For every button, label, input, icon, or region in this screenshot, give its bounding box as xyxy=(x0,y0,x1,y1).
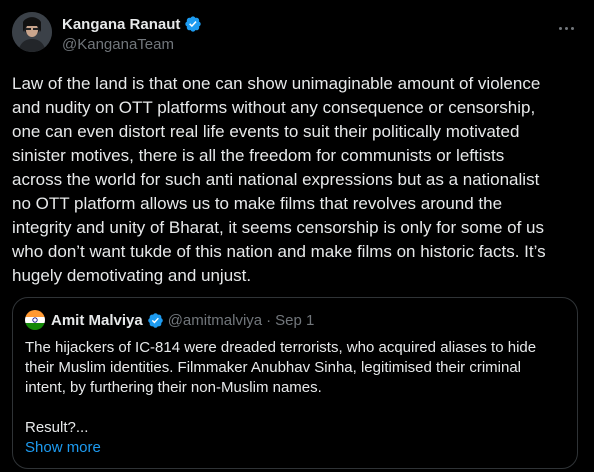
quoted-tweet-date[interactable]: Sep 1 xyxy=(275,312,314,329)
quoted-tweet-text: The hijackers of IC-814 were dreaded ter… xyxy=(25,338,565,458)
separator-dot: · xyxy=(266,311,272,329)
quoted-author-handle[interactable]: @amitmalviya xyxy=(168,312,262,329)
author-display-name[interactable]: Kangana Ranaut xyxy=(62,16,180,33)
quoted-tweet-header: Amit Malviya @amitmalviya · Sep 1 xyxy=(25,310,565,330)
author-names: Kangana Ranaut @KanganaTeam xyxy=(62,14,202,53)
verified-badge-icon[interactable] xyxy=(184,15,202,33)
quoted-tweet[interactable]: Amit Malviya @amitmalviya · Sep 1 The hi… xyxy=(12,297,578,469)
tweet-text: Law of the land is that one can show uni… xyxy=(12,74,546,285)
quoted-author-display-name[interactable]: Amit Malviya xyxy=(51,312,143,329)
tweet-header: Kangana Ranaut @KanganaTeam xyxy=(12,12,578,60)
quoted-tweet-paragraph: Result?... xyxy=(25,419,89,436)
avatar[interactable] xyxy=(12,12,52,52)
quoted-tweet-paragraph: The hijackers of IC-814 were dreaded ter… xyxy=(25,339,537,396)
show-more-link[interactable]: Show more xyxy=(25,438,565,458)
more-options-icon[interactable] xyxy=(554,16,578,40)
verified-badge-icon[interactable] xyxy=(147,312,164,329)
author-handle[interactable]: @KanganaTeam xyxy=(62,36,202,53)
india-flag-avatar[interactable] xyxy=(25,310,45,330)
